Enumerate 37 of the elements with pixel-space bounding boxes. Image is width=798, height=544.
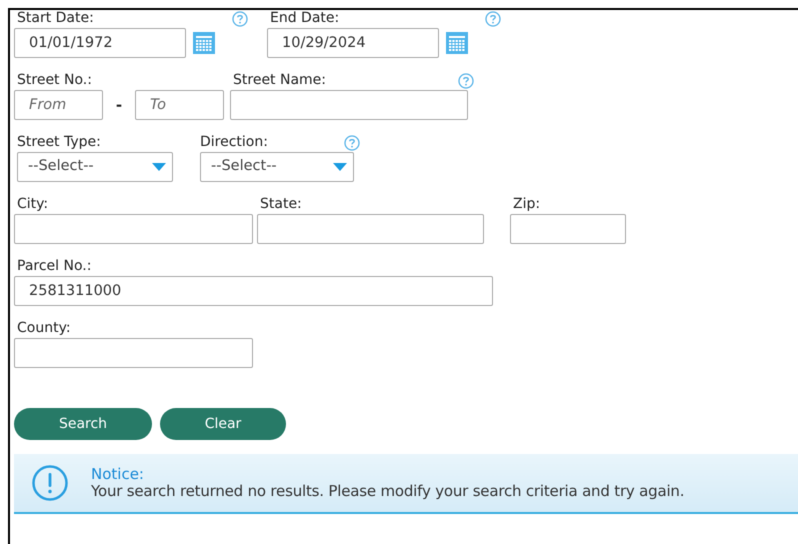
range-separator: - [114,94,124,116]
help-icon[interactable] [485,11,501,27]
field-label: Direction: [200,134,268,151]
field-label: County: [17,320,71,337]
help-icon[interactable] [232,11,248,27]
select-dropdown[interactable]: --Select-- [17,152,173,182]
search-button[interactable]: Search [14,408,152,440]
clear-button[interactable]: Clear [160,408,286,440]
help-icon[interactable] [344,135,360,151]
field-label: Street No.: [17,72,92,89]
text-field[interactable] [230,90,468,120]
calendar-icon[interactable] [446,32,468,54]
date-field[interactable]: 10/29/2024 [267,28,439,58]
calendar-icon[interactable] [193,32,215,54]
field-label: Start Date: [17,10,94,27]
caret-icon [333,163,347,171]
select-dropdown[interactable]: --Select-- [200,152,354,182]
help-icon[interactable] [458,73,474,89]
info-icon [31,464,69,502]
field-label: Parcel No.: [17,258,92,275]
from-field[interactable]: From [14,90,103,120]
notice-message: Your search returned no results. Please modify your search criteria and try again. [91,483,684,500]
field-label: State: [260,196,302,213]
caret-icon [152,163,166,171]
field-label: Street Type: [17,134,101,151]
field-label: Street Name: [233,72,326,89]
text-field[interactable] [510,214,626,244]
text-field[interactable] [257,214,484,244]
text-field[interactable]: 2581311000 [14,276,493,306]
field-label: Zip: [513,196,540,213]
date-field[interactable]: 01/01/1972 [14,28,186,58]
text-field[interactable] [14,214,253,244]
field-label: End Date: [270,10,340,27]
to-field[interactable]: To [135,90,224,120]
field-label: City: [17,196,48,213]
notice-title: Notice: [91,466,145,483]
text-field[interactable] [14,338,253,368]
